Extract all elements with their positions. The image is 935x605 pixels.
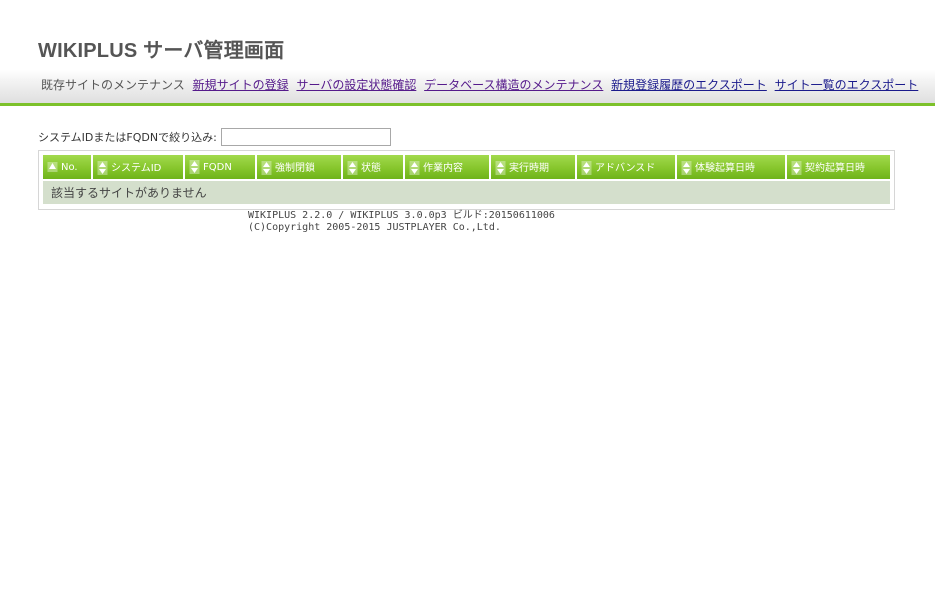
nav-link-new-site[interactable]: 新規サイトの登録 <box>193 78 289 92</box>
column-header-fqdn[interactable]: FQDN <box>185 155 255 179</box>
column-header-trial-start[interactable]: 体験起算日時 <box>677 155 785 179</box>
copyright: (C)Copyright 2005-2015 JUSTPLAYER Co.,Lt… <box>248 222 501 233</box>
nav-link-db-maintenance[interactable]: データベース構造のメンテナンス <box>424 78 603 92</box>
table-header-row: No. システムID FQDN 強制閉鎖 状態 作業内容 実行時期 アドバンスド… <box>43 155 890 179</box>
page-footer: WIKIPLUS 2.2.0 / WIKIPLUS 3.0.0p3 ビルド:20… <box>248 210 555 234</box>
sort-up-icon <box>47 162 58 172</box>
column-header-status[interactable]: 状態 <box>343 155 403 179</box>
filter-label: システムIDまたはFQDNで絞り込み: <box>38 131 217 144</box>
nav-link-export-sites[interactable]: サイト一覧のエクスポート <box>775 78 919 92</box>
nav-current-item: 既存サイトのメンテナンス <box>41 78 185 92</box>
sort-updown-icon <box>791 161 802 175</box>
page-header: WIKIPLUS サーバ管理画面 既存サイトのメンテナンス 新規サイトの登録 サ… <box>0 0 935 106</box>
version-info: WIKIPLUS 2.2.0 / WIKIPLUS 3.0.0p3 ビルド:20… <box>248 210 555 221</box>
sort-updown-icon <box>347 161 358 175</box>
sort-updown-icon <box>409 161 420 175</box>
column-header-no[interactable]: No. <box>43 155 91 179</box>
main-nav: 既存サイトのメンテナンス 新規サイトの登録 サーバの設定状態確認 データベース構… <box>41 76 922 93</box>
site-table-container: No. システムID FQDN 強制閉鎖 状態 作業内容 実行時期 アドバンスド… <box>38 150 895 210</box>
page-title: WIKIPLUS サーバ管理画面 <box>38 40 285 62</box>
column-header-contract-start[interactable]: 契約起算日時 <box>787 155 890 179</box>
nav-link-export-history[interactable]: 新規登録履歴のエクスポート <box>611 78 767 92</box>
column-header-system-id[interactable]: システムID <box>93 155 183 179</box>
site-table: No. システムID FQDN 強制閉鎖 状態 作業内容 実行時期 アドバンスド… <box>41 153 892 206</box>
column-header-advanced[interactable]: アドバンスド <box>577 155 675 179</box>
sort-updown-icon <box>189 160 200 174</box>
sort-updown-icon <box>681 161 692 175</box>
table-row: 該当するサイトがありません <box>43 181 890 204</box>
sort-updown-icon <box>581 161 592 175</box>
sort-updown-icon <box>97 161 108 175</box>
column-header-exec-time[interactable]: 実行時期 <box>491 155 575 179</box>
sort-updown-icon <box>261 161 272 175</box>
column-header-force-close[interactable]: 強制閉鎖 <box>257 155 341 179</box>
column-header-task[interactable]: 作業内容 <box>405 155 489 179</box>
sort-updown-icon <box>495 161 506 175</box>
filter-row: システムIDまたはFQDNで絞り込み: <box>38 128 391 146</box>
nav-link-server-settings[interactable]: サーバの設定状態確認 <box>296 78 416 92</box>
filter-input[interactable] <box>220 128 391 146</box>
empty-message: 該当するサイトがありません <box>43 181 890 204</box>
